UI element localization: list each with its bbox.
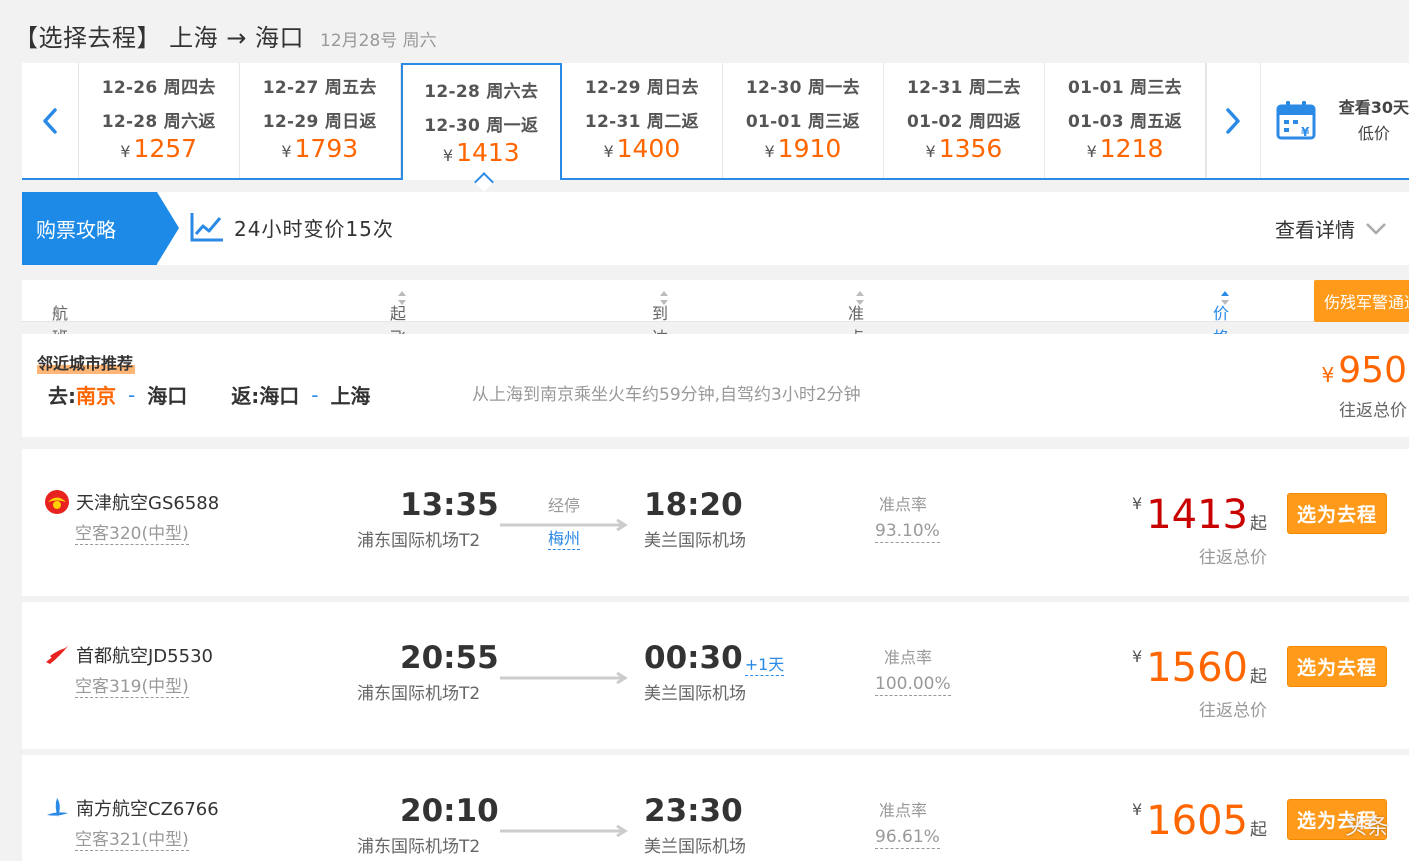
select-outbound-button[interactable]: 选为去程 [1287, 493, 1387, 534]
low-price-calendar[interactable]: ¥ 查看30天 低价 [1261, 63, 1409, 178]
col-dep-time[interactable]: 起飞时间 [390, 290, 407, 395]
china-southern-logo-icon [47, 798, 68, 817]
departure-time: 20:55 [400, 640, 499, 676]
ontime-rate[interactable]: 96.61% [875, 826, 940, 849]
page-title: 【选择去程】 上海 → 海口 12月28号 周六 [14, 18, 437, 52]
date-option[interactable]: 01-01 周三去 01-03 周五返 ¥1218 [1044, 63, 1207, 178]
date-option[interactable]: 12-27 周五去 12-29 周日返 ¥1793 [239, 63, 401, 178]
trend-chart-icon [190, 213, 223, 242]
stopover-city[interactable]: 梅州 [548, 529, 581, 550]
date-option[interactable]: 12-26 周四去 12-28 周六返 ¥1257 [78, 63, 240, 178]
airline-flight-no: 天津航空GS6588 [76, 493, 220, 514]
col-price[interactable]: 价格 [1213, 290, 1230, 347]
arrival-time: 00:30 +1天 [644, 640, 785, 676]
route-title: 【选择去程】 上海 → 海口 [14, 24, 304, 52]
recommend-route: 去: 南京 - 海口 返: 海口 - 上海 [48, 382, 371, 409]
date-option-selected[interactable]: 12-28 周六去 12-30 周一返 ¥1413 [400, 63, 562, 180]
departure-airport: 浦东国际机场T2 [357, 531, 481, 551]
price-label: 往返总价 [1199, 701, 1267, 721]
prev-dates-button[interactable] [22, 63, 79, 178]
ontime-label: 准点率 [884, 648, 933, 667]
flight-arrow-icon [500, 519, 628, 531]
departure-airport: 浦东国际机场T2 [357, 837, 481, 857]
stopover-label: 经停 [548, 496, 581, 515]
capital-airlines-logo-icon [46, 646, 68, 664]
recommend-note: 从上海到南京乘坐火车约59分钟,自驾约3小时2分钟 [472, 385, 861, 405]
flight-price: ¥1413 起 [1132, 492, 1267, 538]
date-strip: 12-26 周四去 12-28 周六返 ¥1257 12-27 周五去 12-2… [22, 63, 1409, 180]
airline-flight-no: 南方航空CZ6766 [76, 799, 219, 820]
chevron-left-icon [43, 107, 57, 134]
next-dates-button[interactable] [1206, 63, 1261, 178]
price-label: 往返总价 [1199, 548, 1267, 568]
departure-time: 13:35 [400, 487, 499, 523]
recommend-title: 邻近城市推荐 [37, 350, 136, 374]
view-details-button[interactable]: 查看详情 [1275, 214, 1387, 243]
recommend-price: ¥950 [1321, 350, 1407, 391]
nearby-city-recommend[interactable]: 邻近城市推荐 去: 南京 - 海口 返: 海口 - 上海 从上海到南京乘坐火车约… [22, 334, 1409, 437]
next-day-badge[interactable]: +1天 [744, 655, 785, 676]
price-trend[interactable]: 24小时变价15次 [190, 212, 394, 242]
ontime-rate[interactable]: 100.00% [875, 673, 951, 696]
chevron-right-icon [1226, 107, 1241, 134]
flight-list-header: 航班信息 起飞时间 到达时间 准点率 价格 伤残军警通道 [22, 280, 1409, 395]
ontime-label: 准点率 [879, 495, 928, 514]
arrival-airport: 美兰国际机场 [644, 684, 746, 704]
flight-price: ¥1605 起 [1132, 798, 1267, 844]
arrival-airport: 美兰国际机场 [644, 531, 746, 551]
flight-arrow-icon [500, 672, 628, 684]
calendar-icon: ¥ [1276, 100, 1316, 139]
ticket-guide-bar: 购票攻略 24小时变价15次 查看详情 [22, 192, 1409, 265]
ticket-guide-tag: 购票攻略 [22, 192, 157, 265]
tianjin-airlines-logo-icon [45, 490, 69, 514]
col-ontime[interactable]: 准点率 [848, 290, 865, 371]
select-outbound-button[interactable]: 选为去程 [1287, 646, 1387, 687]
departure-time: 20:10 [400, 793, 499, 829]
recommend-price-label: 往返总价 [1339, 401, 1407, 421]
ontime-rate[interactable]: 93.10% [875, 520, 940, 543]
svg-text:¥: ¥ [1301, 125, 1310, 139]
ontime-label: 准点率 [879, 801, 928, 820]
date-option[interactable]: 12-31 周二去 01-02 周四返 ¥1356 [883, 63, 1045, 178]
military-channel-button[interactable]: 伤残军警通道 [1314, 280, 1409, 322]
arrival-time: 23:30 [644, 793, 743, 829]
departure-airport: 浦东国际机场T2 [357, 684, 481, 704]
date-option[interactable]: 12-30 周一去 01-01 周三返 ¥1910 [722, 63, 884, 178]
aircraft-model[interactable]: 空客320(中型) [75, 524, 189, 545]
flight-row[interactable]: 首都航空JD5530 空客319(中型) 20:55 浦东国际机场T2 00:3… [22, 602, 1409, 749]
aircraft-model[interactable]: 空客321(中型) [75, 830, 189, 851]
arrival-time: 18:20 [644, 487, 743, 523]
aircraft-model[interactable]: 空客319(中型) [75, 677, 189, 698]
flight-row[interactable]: 南方航空CZ6766 空客321(中型) 20:10 浦东国际机场T2 23:3… [22, 755, 1409, 861]
flight-row[interactable]: 天津航空GS6588 空客320(中型) 13:35 浦东国际机场T2 经停 梅… [22, 449, 1409, 596]
route-date: 12月28号 周六 [320, 31, 437, 51]
col-arr-time[interactable]: 到达时间 [652, 290, 669, 395]
watermark: 头条 [1344, 815, 1389, 840]
date-option[interactable]: 12-29 周日去 12-31 周二返 ¥1400 [561, 63, 723, 178]
flight-arrow-icon [500, 825, 628, 837]
arrival-airport: 美兰国际机场 [644, 837, 746, 857]
airline-flight-no: 首都航空JD5530 [76, 646, 213, 667]
flight-price: ¥1560 起 [1132, 645, 1267, 691]
chevron-down-icon [1366, 222, 1386, 235]
